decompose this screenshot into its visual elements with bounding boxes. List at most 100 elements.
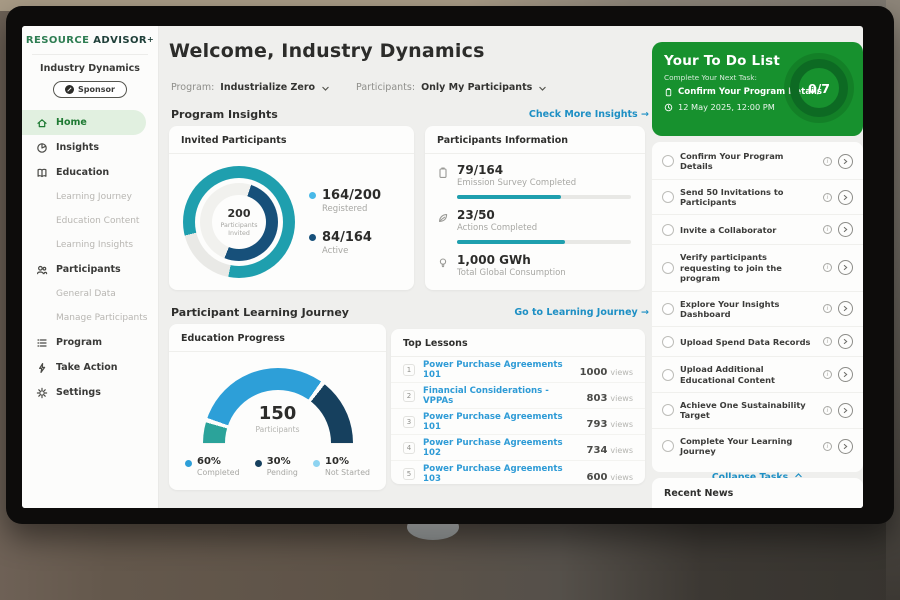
- task-item[interactable]: Achieve One Sustainability Target i: [652, 393, 863, 429]
- education-progress-card: Education Progress 150 Participants 60% …: [169, 324, 386, 490]
- chevron-down-icon: [538, 78, 547, 97]
- info-icon[interactable]: i: [823, 406, 832, 415]
- task-checkbox[interactable]: [662, 404, 674, 416]
- task-checkbox[interactable]: [662, 262, 674, 274]
- sidebar-item-insights[interactable]: Insights: [22, 135, 158, 160]
- info-icon[interactable]: i: [823, 304, 832, 313]
- info-icon[interactable]: i: [823, 370, 832, 379]
- check-more-insights-link[interactable]: Check More Insights →: [529, 109, 649, 120]
- task-checkbox[interactable]: [662, 369, 674, 381]
- progress-fill: [457, 240, 565, 244]
- chevron-right-button[interactable]: [838, 154, 853, 169]
- task-item[interactable]: Send 50 Invitations to Participants i: [652, 180, 863, 216]
- views-label: views: [610, 446, 633, 455]
- sponsor-badge[interactable]: Sponsor: [53, 81, 127, 98]
- program-filter-label: Program:: [171, 82, 214, 93]
- lesson-link[interactable]: Power Purchase Agreements 101: [423, 412, 579, 432]
- sidebar-item-program[interactable]: Program: [22, 330, 158, 355]
- lesson-row[interactable]: 5 Power Purchase Agreements 103 600views: [391, 461, 645, 487]
- info-icon[interactable]: i: [823, 225, 832, 234]
- task-item[interactable]: Verify participants requesting to join t…: [652, 245, 863, 291]
- chevron-right-button[interactable]: [838, 403, 853, 418]
- metric-label: Actions Completed: [457, 223, 631, 233]
- sidebar-item-home[interactable]: Home: [22, 110, 146, 135]
- task-checkbox[interactable]: [662, 336, 674, 348]
- lesson-row[interactable]: 4 Power Purchase Agreements 102 734views: [391, 435, 645, 461]
- task-checkbox[interactable]: [662, 224, 674, 236]
- task-label: Upload Spend Data Records: [680, 337, 817, 347]
- program-filter[interactable]: Program: Industrialize Zero: [171, 78, 330, 97]
- task-item[interactable]: Confirm Your Program Details i: [652, 144, 863, 180]
- sidebar-item-general-data[interactable]: General Data: [22, 282, 158, 306]
- brand-logo[interactable]: RESOURCE ADVISOR+: [22, 26, 158, 46]
- task-item[interactable]: Upload Spend Data Records i: [652, 327, 863, 357]
- link-label: Go to Learning Journey: [514, 307, 637, 318]
- right-rail: Your To Do List Complete Your Next Task:…: [652, 26, 863, 508]
- legend-dot: [309, 234, 316, 241]
- legend-label: Pending: [267, 468, 298, 477]
- task-label: Verify participants requesting to join t…: [680, 252, 817, 283]
- task-checkbox[interactable]: [662, 440, 674, 452]
- sidebar-item-learning-journey[interactable]: Learning Journey: [22, 185, 158, 209]
- rank-badge: 4: [403, 442, 415, 454]
- legend-label: Registered: [322, 204, 381, 214]
- metric-value: 23/50: [457, 208, 631, 222]
- task-checkbox[interactable]: [662, 303, 674, 315]
- sidebar-subitem-label: Learning Journey: [56, 192, 132, 202]
- lesson-link[interactable]: Financial Considerations - VPPAs: [423, 386, 579, 406]
- info-icon[interactable]: i: [823, 337, 832, 346]
- legend-item-completed: 60% Completed: [185, 456, 240, 477]
- sidebar: RESOURCE ADVISOR+ Industry Dynamics Spon…: [22, 26, 159, 508]
- chevron-right-button[interactable]: [838, 439, 853, 454]
- sidebar-item-participants[interactable]: Participants: [22, 257, 158, 282]
- org-name: Industry Dynamics: [22, 63, 158, 74]
- participants-filter[interactable]: Participants: Only My Participants: [356, 78, 547, 97]
- task-item[interactable]: Explore Your Insights Dashboard i: [652, 292, 863, 328]
- info-icon[interactable]: i: [823, 263, 832, 272]
- chevron-right-button[interactable]: [838, 260, 853, 275]
- info-icon[interactable]: i: [823, 193, 832, 202]
- section-title: Participant Learning Journey: [171, 306, 349, 319]
- views-count: 1000: [580, 367, 608, 378]
- participants-filter-value: Only My Participants: [421, 82, 532, 93]
- chevron-right-button[interactable]: [838, 334, 853, 349]
- sidebar-item-education-content[interactable]: Education Content: [22, 209, 158, 233]
- chevron-right-button[interactable]: [838, 301, 853, 316]
- info-icon[interactable]: i: [823, 157, 832, 166]
- task-checkbox[interactable]: [662, 155, 674, 167]
- go-to-learning-journey-link[interactable]: Go to Learning Journey →: [514, 307, 649, 318]
- main-content: Welcome, Industry Dynamics Program: Indu…: [159, 26, 665, 508]
- chevron-right-button[interactable]: [838, 367, 853, 382]
- task-checkbox[interactable]: [662, 191, 674, 203]
- sidebar-item-settings[interactable]: Settings: [22, 380, 158, 405]
- invited-donut-chart: 200 Participants Invited: [183, 166, 295, 278]
- sidebar-subitem-label: Manage Participants: [56, 313, 147, 323]
- sidebar-item-education[interactable]: Education: [22, 160, 158, 185]
- sidebar-nav: Home Insights Education Learning Journey…: [22, 110, 158, 405]
- task-item[interactable]: Invite a Collaborator i: [652, 215, 863, 245]
- sidebar-item-learning-insights[interactable]: Learning Insights: [22, 233, 158, 257]
- legend-label: Completed: [197, 468, 240, 477]
- lesson-row[interactable]: 1 Power Purchase Agreements 101 1000view…: [391, 357, 645, 383]
- info-icon[interactable]: i: [823, 442, 832, 451]
- sidebar-item-label: Home: [56, 117, 87, 128]
- lesson-row[interactable]: 2 Financial Considerations - VPPAs 803vi…: [391, 383, 645, 409]
- arrow-right-icon: →: [641, 109, 649, 120]
- rank-badge: 5: [403, 468, 415, 480]
- chevron-right-button[interactable]: [838, 222, 853, 237]
- task-item[interactable]: Upload Additional Educational Content i: [652, 357, 863, 393]
- lesson-link[interactable]: Power Purchase Agreements 101: [423, 360, 572, 380]
- lesson-row[interactable]: 3 Power Purchase Agreements 101 793views: [391, 409, 645, 435]
- legend-item-pending: 30% Pending: [255, 456, 298, 477]
- task-item[interactable]: Complete Your Learning Journey i: [652, 429, 863, 464]
- education-progress-gauge: 150 Participants: [203, 368, 353, 444]
- sidebar-item-manage-participants[interactable]: Manage Participants: [22, 306, 158, 330]
- sponsor-label: Sponsor: [78, 85, 115, 94]
- lesson-link[interactable]: Power Purchase Agreements 102: [423, 438, 579, 458]
- lesson-link[interactable]: Power Purchase Agreements 103: [423, 464, 579, 484]
- dashboard-screen: RESOURCE ADVISOR+ Industry Dynamics Spon…: [22, 26, 863, 508]
- legend-value: 30%: [267, 456, 298, 467]
- participants-filter-label: Participants:: [356, 82, 415, 93]
- chevron-right-button[interactable]: [838, 190, 853, 205]
- sidebar-item-take-action[interactable]: Take Action: [22, 355, 158, 380]
